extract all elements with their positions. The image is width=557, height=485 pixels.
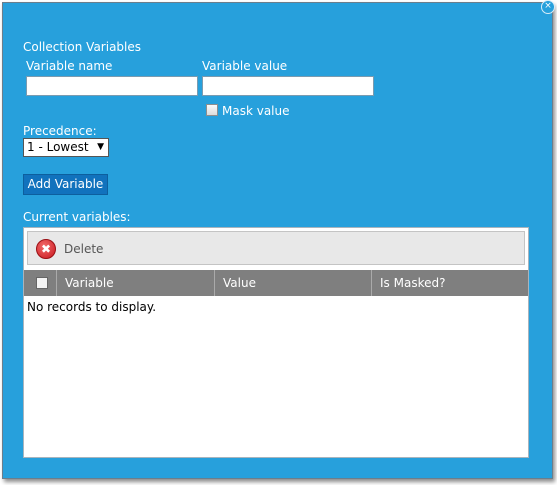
section-title: Collection Variables xyxy=(23,40,142,54)
close-icon[interactable]: × xyxy=(541,0,555,14)
current-variables-label: Current variables: xyxy=(23,210,131,224)
column-header-variable[interactable]: Variable xyxy=(56,270,214,296)
grid-toolbar: ✖ Delete xyxy=(27,231,525,265)
mask-value-checkbox[interactable] xyxy=(206,104,218,116)
collection-variables-dialog: × Collection Variables Variable name Var… xyxy=(2,0,555,479)
delete-icon: ✖ xyxy=(36,239,56,259)
mask-value-label: Mask value xyxy=(222,104,290,118)
select-all-checkbox[interactable] xyxy=(36,277,48,289)
dropdown-arrow-icon: ▼ xyxy=(97,142,104,152)
empty-records-message: No records to display. xyxy=(27,300,157,314)
grid-header-row: Variable Value Is Masked? xyxy=(24,270,528,296)
delete-button-label: Delete xyxy=(64,242,104,256)
variable-name-input[interactable] xyxy=(26,76,198,96)
precedence-label: Precedence: xyxy=(23,124,97,138)
precedence-select[interactable]: 1 - Lowest ▼ xyxy=(23,138,109,157)
add-variable-button[interactable]: Add Variable xyxy=(23,174,108,195)
variable-value-label: Variable value xyxy=(202,59,288,73)
variables-grid: ✖ Delete Variable Value Is Masked? No re… xyxy=(23,227,529,458)
precedence-selected-value: 1 - Lowest xyxy=(27,140,89,154)
variable-value-input[interactable] xyxy=(202,76,374,96)
variable-name-label: Variable name xyxy=(26,59,113,73)
column-header-value[interactable]: Value xyxy=(214,270,372,296)
column-header-is-masked[interactable]: Is Masked? xyxy=(371,270,528,296)
